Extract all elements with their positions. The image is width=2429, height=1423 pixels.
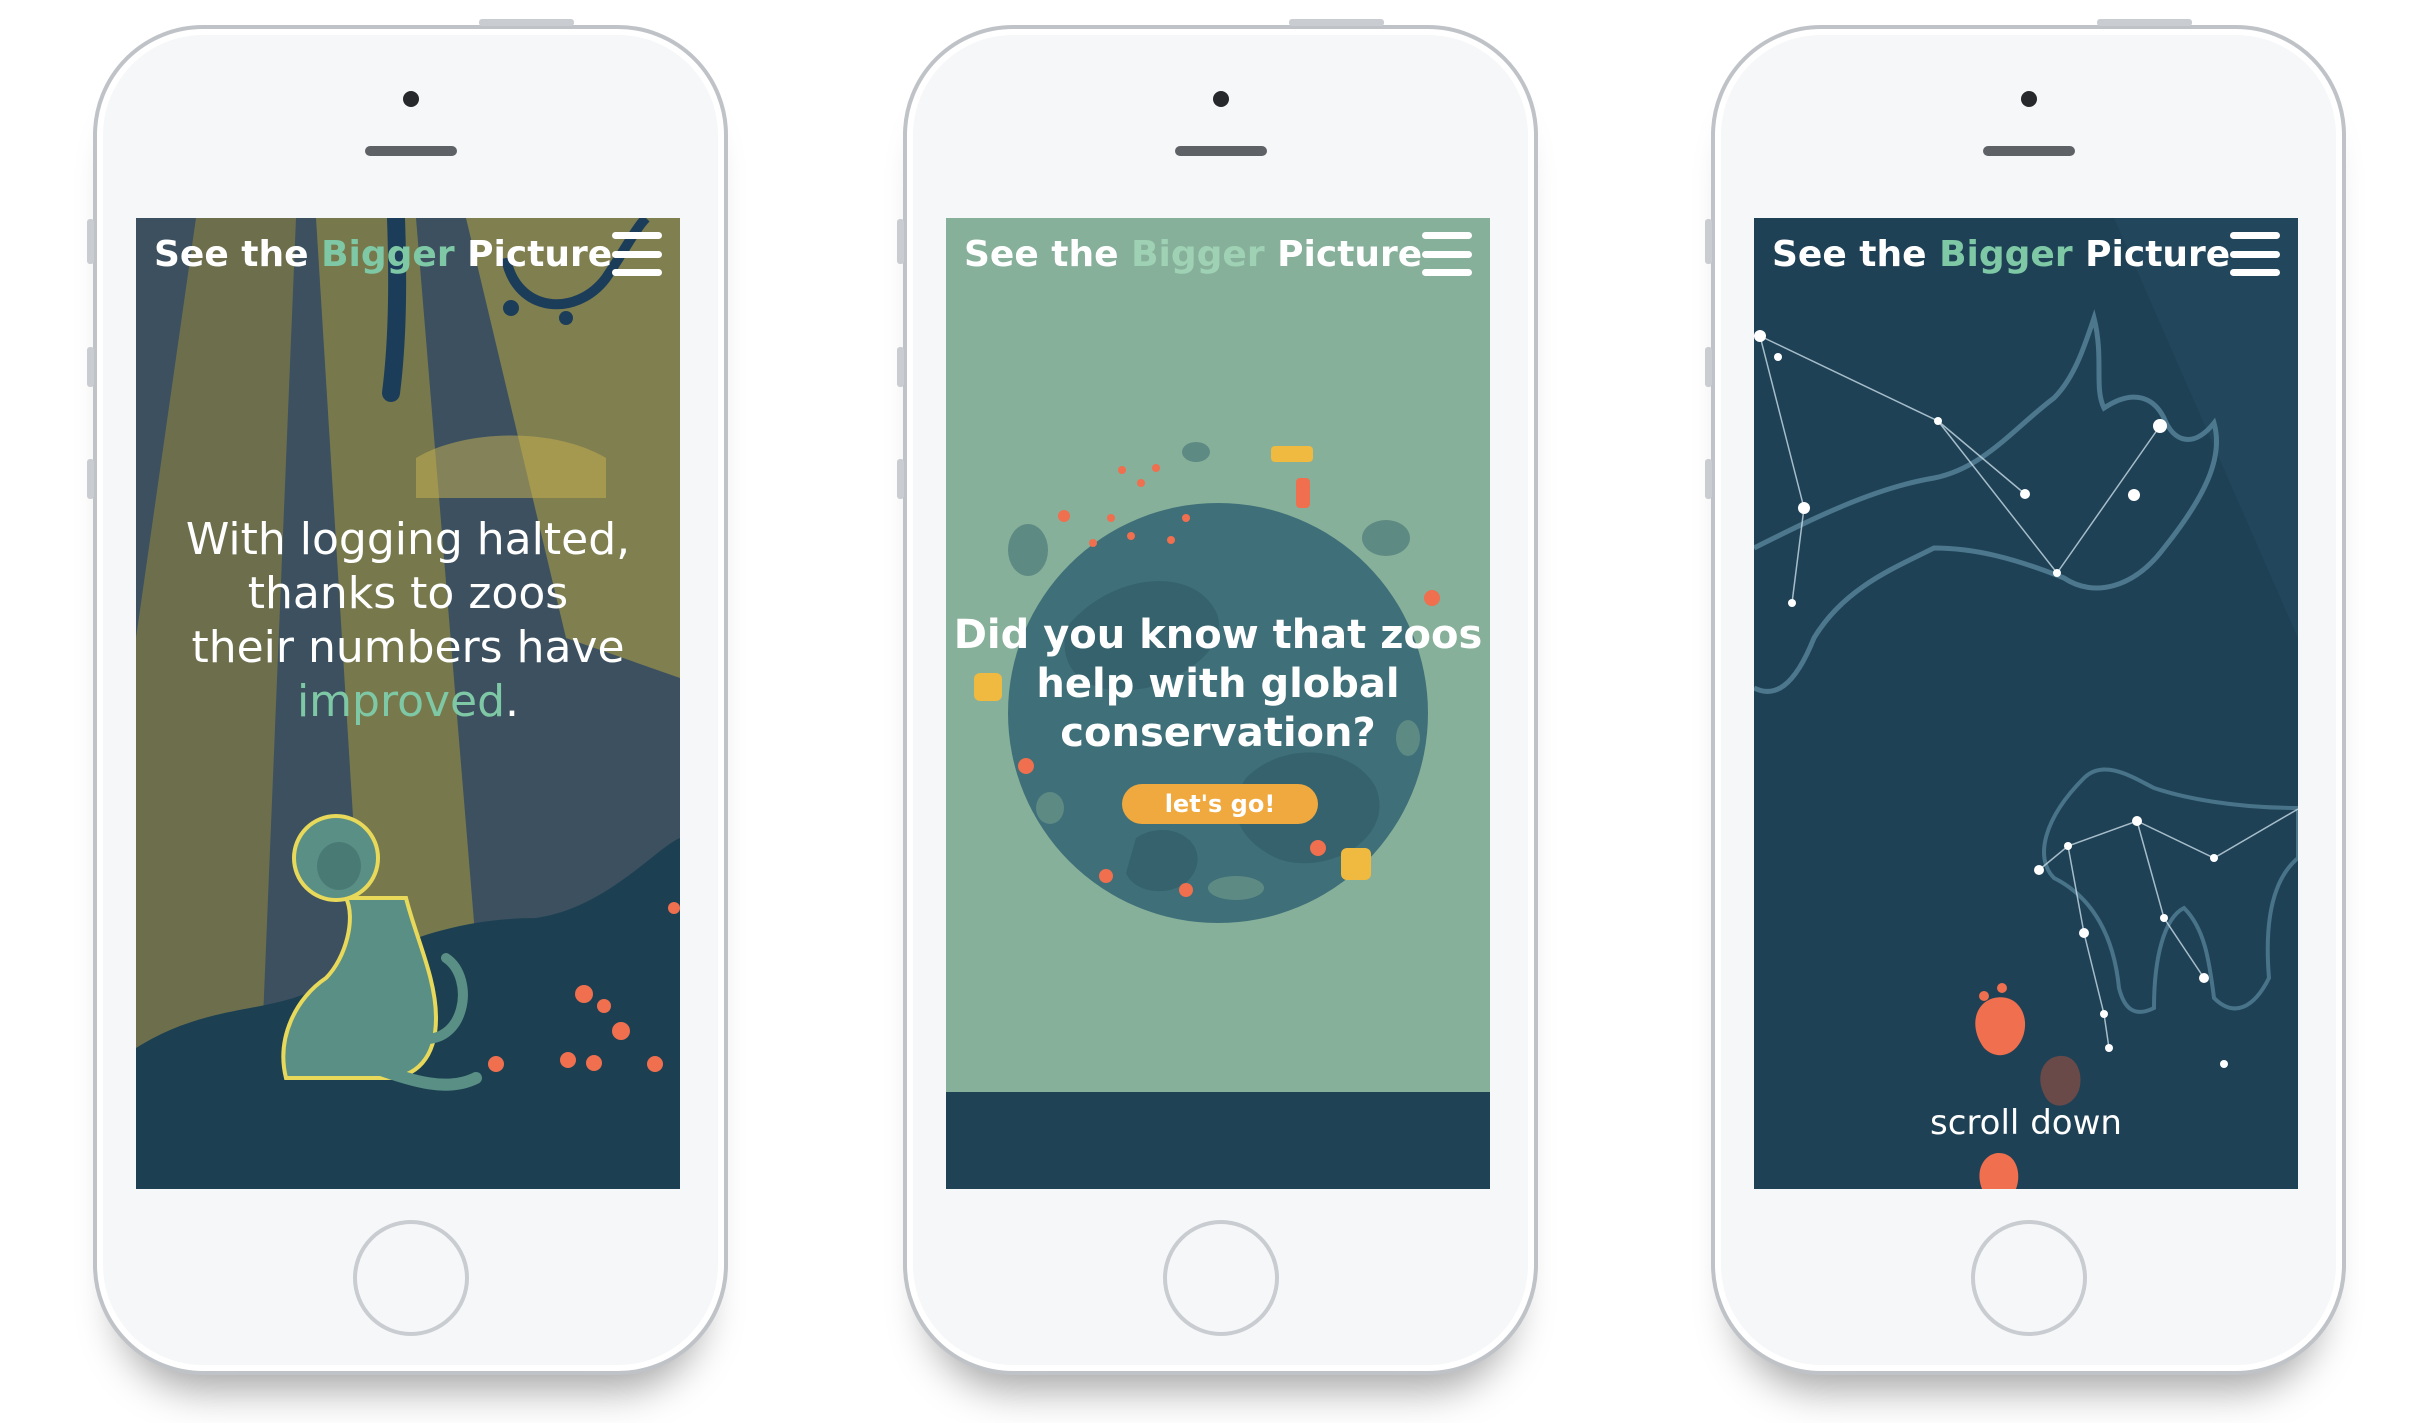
volume-down-button bbox=[87, 459, 94, 499]
phone-mockup-1: See the Bigger Picture With logging halt… bbox=[87, 19, 728, 1375]
message-highlight: improved bbox=[296, 676, 506, 727]
menu-bar bbox=[612, 269, 662, 276]
brand-title[interactable]: See the Bigger Picture bbox=[1772, 234, 2230, 275]
volume-up-button bbox=[87, 347, 94, 387]
lets-go-button[interactable]: let's go! bbox=[1122, 784, 1318, 824]
question-line: conservation? bbox=[1060, 710, 1376, 756]
menu-bar bbox=[612, 250, 662, 258]
top-navbar: See the Bigger Picture bbox=[1754, 218, 2298, 290]
menu-bar bbox=[612, 232, 662, 239]
scroll-down-hint[interactable]: scroll down bbox=[1754, 1103, 2298, 1143]
intro-question: Did you know that zoos help with global … bbox=[946, 611, 1490, 758]
hamburger-menu-icon[interactable] bbox=[2230, 232, 2280, 276]
message-end: . bbox=[505, 676, 520, 727]
menu-bar bbox=[1422, 232, 1472, 239]
menu-bar bbox=[1422, 250, 1472, 258]
message-line: With logging halted, bbox=[185, 514, 631, 565]
phone-mockup-2: See the Bigger Picture Did you know that… bbox=[897, 19, 1538, 1375]
menu-bar bbox=[2230, 250, 2280, 258]
hamburger-menu-icon[interactable] bbox=[612, 232, 662, 276]
menu-bar bbox=[2230, 269, 2280, 276]
power-button bbox=[1289, 19, 1384, 26]
volume-down-button bbox=[897, 459, 904, 499]
screen-globe: See the Bigger Picture Did you know that… bbox=[946, 218, 1490, 1189]
question-line: Did you know that zoos bbox=[953, 612, 1483, 658]
power-button bbox=[479, 19, 574, 26]
brand-accent: Bigger bbox=[321, 233, 455, 275]
brand-suffix: Picture bbox=[2072, 233, 2231, 275]
top-navbar: See the Bigger Picture bbox=[946, 218, 1490, 290]
mute-switch bbox=[87, 219, 94, 264]
front-camera bbox=[402, 91, 419, 107]
earpiece-speaker bbox=[1982, 146, 2075, 156]
hamburger-menu-icon[interactable] bbox=[1422, 232, 1472, 276]
front-camera bbox=[2020, 91, 2037, 107]
brand-title[interactable]: See the Bigger Picture bbox=[964, 234, 1422, 275]
brand-accent: Bigger bbox=[1939, 233, 2073, 275]
home-button[interactable] bbox=[1970, 1220, 2087, 1336]
brand-title[interactable]: See the Bigger Picture bbox=[154, 234, 612, 275]
menu-bar bbox=[2230, 232, 2280, 239]
power-button bbox=[2097, 19, 2192, 26]
message-line: their numbers have bbox=[191, 622, 625, 673]
volume-up-button bbox=[1705, 347, 1712, 387]
brand-prefix: See the bbox=[964, 233, 1132, 275]
question-line: help with global bbox=[1036, 661, 1400, 707]
earpiece-speaker bbox=[364, 146, 457, 156]
brand-accent: Bigger bbox=[1131, 233, 1265, 275]
brand-prefix: See the bbox=[154, 233, 322, 275]
screen-forest: See the Bigger Picture With logging halt… bbox=[136, 218, 680, 1189]
earpiece-speaker bbox=[1174, 146, 1267, 156]
brand-suffix: Picture bbox=[454, 233, 613, 275]
top-navbar: See the Bigger Picture bbox=[136, 218, 680, 290]
mute-switch bbox=[1705, 219, 1712, 264]
message-line: improved. bbox=[136, 675, 680, 729]
constellation-illustration bbox=[1754, 218, 2298, 1189]
story-message: With logging halted, thanks to zoos thei… bbox=[136, 513, 680, 729]
screen-constellation: See the Bigger Picture scroll down bbox=[1754, 218, 2298, 1189]
home-button[interactable] bbox=[352, 1220, 469, 1336]
phone-mockup-3: See the Bigger Picture scroll down bbox=[1705, 19, 2346, 1375]
mute-switch bbox=[897, 219, 904, 264]
brand-suffix: Picture bbox=[1264, 233, 1423, 275]
volume-up-button bbox=[897, 347, 904, 387]
brand-prefix: See the bbox=[1772, 233, 1940, 275]
home-button[interactable] bbox=[1162, 1220, 1279, 1336]
message-line: thanks to zoos bbox=[247, 568, 569, 619]
front-camera bbox=[1212, 91, 1229, 107]
menu-bar bbox=[1422, 269, 1472, 276]
volume-down-button bbox=[1705, 459, 1712, 499]
